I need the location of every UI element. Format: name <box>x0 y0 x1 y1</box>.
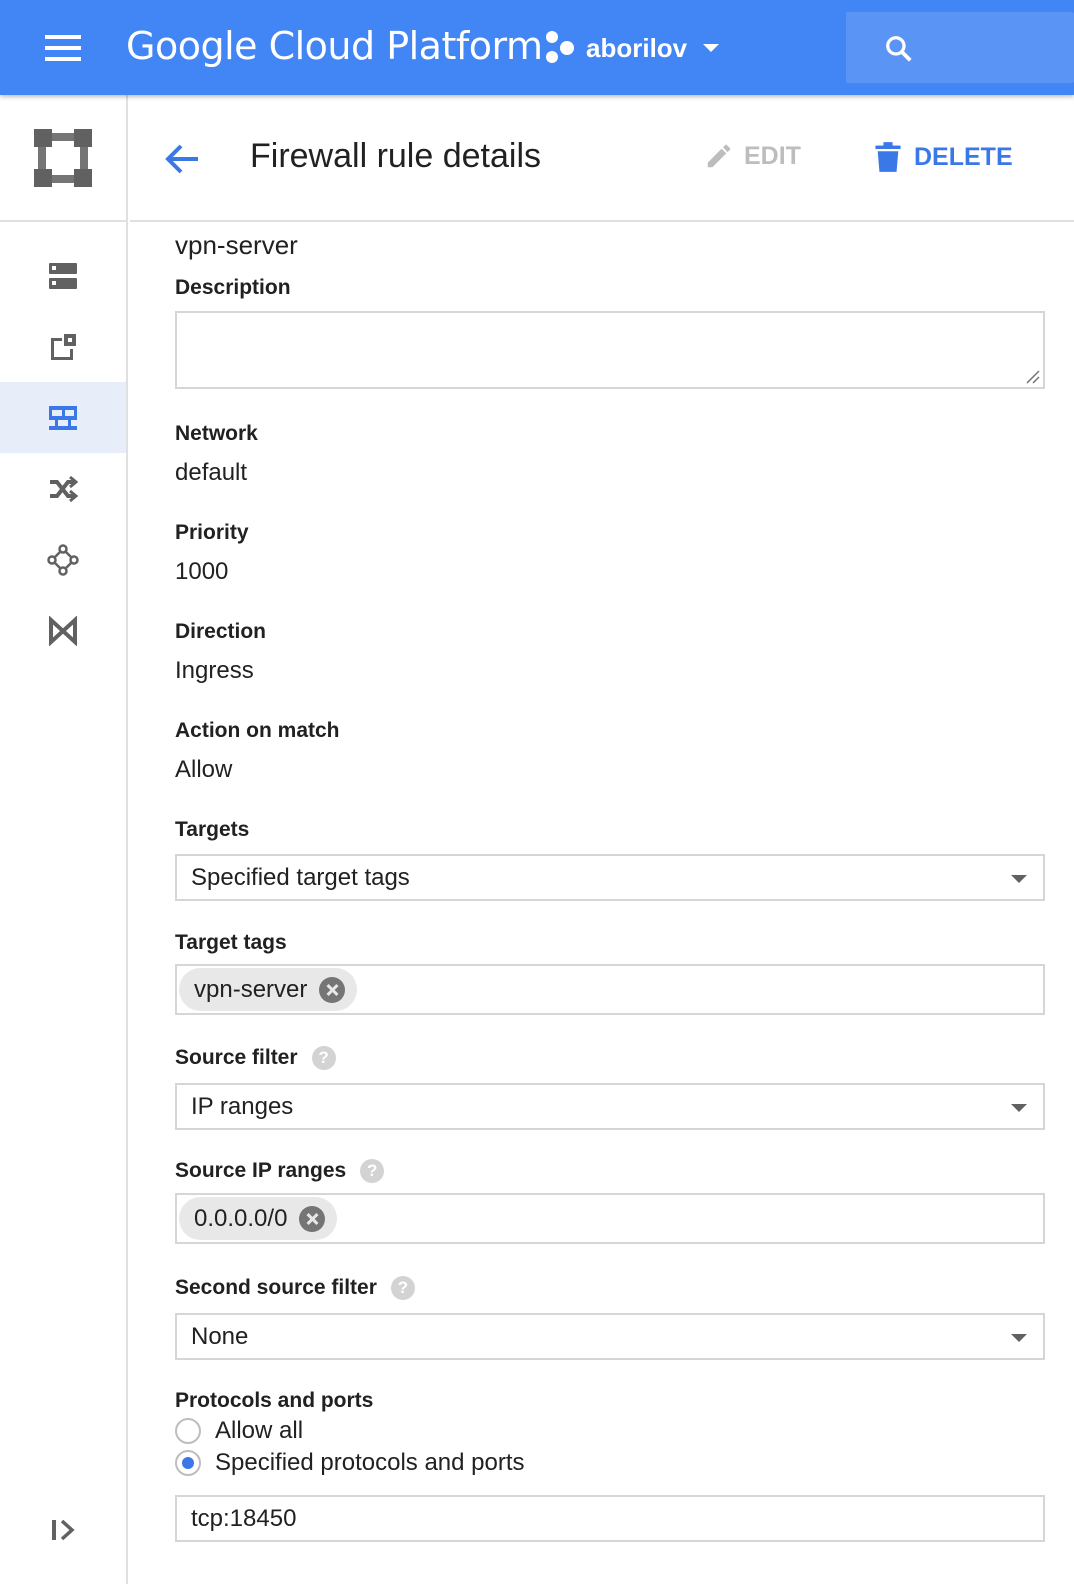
second-source-label: Second source filter ? <box>175 1276 415 1300</box>
network-label-text: Network <box>175 422 258 445</box>
action-value: Allow <box>175 756 233 783</box>
radio-allow-all[interactable]: Allow all <box>175 1417 303 1445</box>
rule-name: vpn-server <box>175 230 298 260</box>
tag-chip-text: vpn-server <box>194 975 308 1003</box>
vpc-networks-icon[interactable] <box>0 240 126 311</box>
direction-value: Ingress <box>175 657 254 684</box>
ip-range-chip: 0.0.0.0/0 <box>179 1197 338 1240</box>
trash-icon <box>875 142 901 172</box>
target-tags-input[interactable]: vpn-server <box>175 964 1045 1015</box>
help-icon[interactable]: ? <box>311 1046 336 1070</box>
ports-input[interactable] <box>175 1495 1045 1542</box>
tag-chip: vpn-server <box>179 968 358 1011</box>
radio-button[interactable] <box>175 1418 201 1444</box>
edit-button[interactable]: EDIT <box>704 141 801 171</box>
action-label-text: Action on match <box>175 719 340 742</box>
vpc-network-icon[interactable] <box>0 95 126 222</box>
edit-label: EDIT <box>744 141 801 170</box>
help-icon[interactable]: ? <box>360 1159 385 1183</box>
protocols-label: Protocols and ports <box>175 1389 373 1413</box>
hamburger-menu-icon[interactable] <box>40 30 86 66</box>
action-label: Action on match <box>175 719 340 743</box>
priority-label-text: Priority <box>175 521 249 544</box>
direction-label: Direction <box>175 620 266 644</box>
description-label-text: Description <box>175 276 291 299</box>
second-source-select[interactable]: None <box>175 1313 1045 1360</box>
second-source-value: None <box>191 1323 249 1350</box>
chevron-down-icon <box>1011 1334 1027 1342</box>
back-arrow-icon[interactable] <box>164 141 200 182</box>
remove-chip-icon[interactable] <box>299 1205 326 1232</box>
target-tags-label-text: Target tags <box>175 931 287 954</box>
shared-vpc-icon[interactable] <box>0 595 126 666</box>
page-header: Firewall rule details EDIT DELETE <box>130 95 1074 222</box>
network-value: default <box>175 459 248 486</box>
chevron-down-icon <box>1011 875 1027 883</box>
chevron-down-icon <box>1011 1104 1027 1112</box>
radio-specified-ports[interactable]: Specified protocols and ports <box>175 1449 525 1477</box>
ip-range-chip-text: 0.0.0.0/0 <box>194 1204 288 1232</box>
description-textarea[interactable] <box>175 311 1045 389</box>
priority-value: 1000 <box>175 558 229 585</box>
page-title: Firewall rule details <box>250 137 541 175</box>
vpc-peering-icon[interactable] <box>0 524 126 595</box>
protocols-label-text: Protocols and ports <box>175 1389 374 1412</box>
search-icon <box>886 36 912 62</box>
description-label: Description <box>175 276 291 300</box>
delete-label: DELETE <box>914 142 1013 171</box>
help-icon[interactable]: ? <box>390 1276 415 1300</box>
search-box[interactable] <box>846 12 1074 83</box>
radio-button-selected[interactable] <box>175 1450 201 1476</box>
source-filter-label: Source filter ? <box>175 1046 336 1070</box>
routes-icon[interactable] <box>0 453 126 524</box>
radio-label: Allow all <box>215 1417 304 1444</box>
delete-button[interactable]: DELETE <box>874 141 1013 173</box>
chevron-down-icon <box>703 44 720 52</box>
external-ip-icon[interactable] <box>0 311 126 382</box>
left-nav-rail <box>0 95 128 1584</box>
source-ip-label: Source IP ranges ? <box>175 1159 385 1183</box>
firewall-icon[interactable] <box>0 382 126 453</box>
project-selector[interactable]: aborilov <box>544 26 720 70</box>
project-dots-icon <box>544 31 578 65</box>
brand-title[interactable]: Google Cloud Platform <box>126 24 543 68</box>
network-label: Network <box>175 422 258 446</box>
source-filter-select[interactable]: IP ranges <box>175 1083 1045 1130</box>
targets-select[interactable]: Specified target tags <box>175 854 1045 901</box>
direction-label-text: Direction <box>175 620 267 643</box>
pencil-icon <box>707 144 731 168</box>
targets-label-text: Targets <box>175 818 250 841</box>
source-ip-input[interactable]: 0.0.0.0/0 <box>175 1193 1045 1244</box>
targets-label: Targets <box>175 818 249 842</box>
target-tags-label: Target tags <box>175 931 287 955</box>
radio-label: Specified protocols and ports <box>215 1449 525 1476</box>
resize-handle-icon[interactable] <box>1025 369 1041 385</box>
second-source-label-text: Second source filter <box>175 1276 377 1299</box>
source-ip-label-text: Source IP ranges <box>175 1159 347 1182</box>
top-app-bar: Google Cloud Platform aborilov <box>0 0 1074 95</box>
priority-label: Priority <box>175 521 249 545</box>
expand-rail-icon[interactable] <box>48 1517 78 1548</box>
remove-chip-icon[interactable] <box>319 976 346 1003</box>
targets-select-value: Specified target tags <box>191 864 410 891</box>
source-filter-label-text: Source filter <box>175 1046 298 1069</box>
source-filter-value: IP ranges <box>191 1093 294 1120</box>
project-name: aborilov <box>586 32 688 63</box>
